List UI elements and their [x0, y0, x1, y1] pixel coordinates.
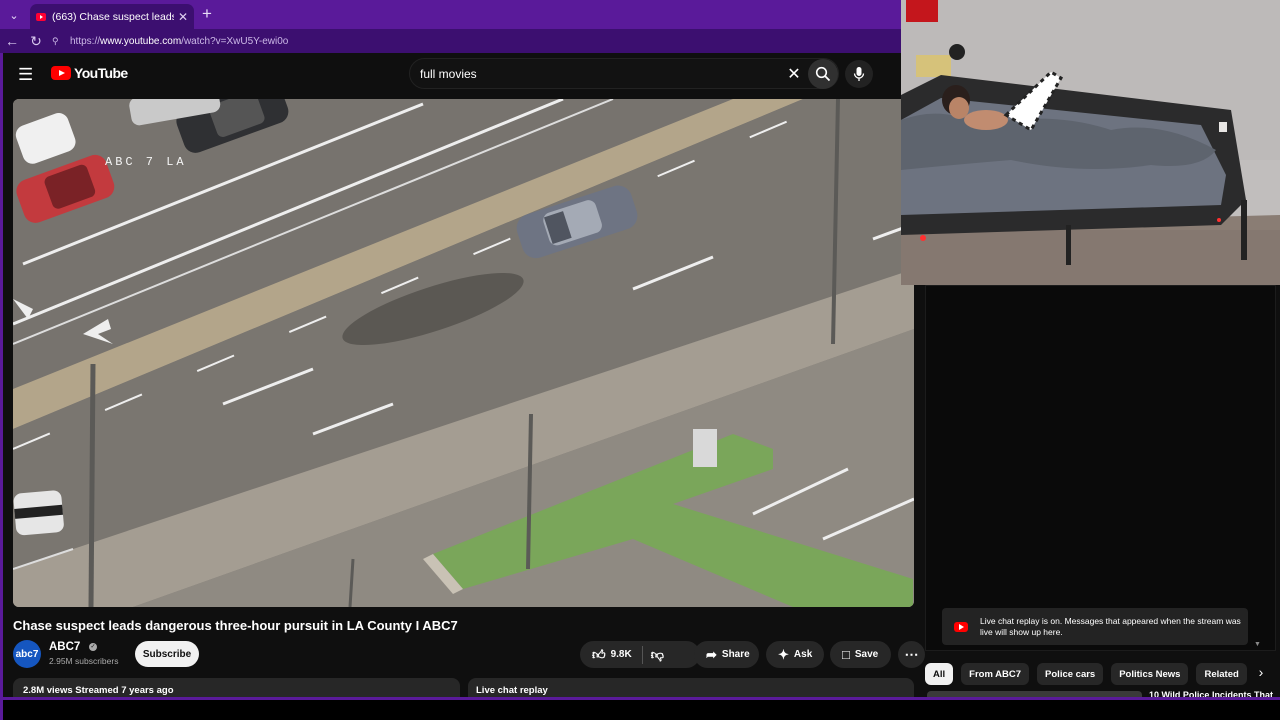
channel-avatar[interactable]: abc7	[13, 640, 41, 668]
channel-name[interactable]: ABC7	[49, 641, 80, 653]
live-chat-panel: Live chat replay is on. Messages that ap…	[925, 285, 1276, 651]
chip-related[interactable]: Related	[1196, 663, 1247, 685]
youtube-masthead: ☰ YouTube full movies ✕	[3, 53, 925, 95]
search-box[interactable]: full movies ✕	[409, 58, 839, 89]
scroll-down-icon[interactable]: ▼	[1254, 641, 1261, 648]
screen: ⌄ (663) Chase suspect leads dangero ✕ + …	[0, 0, 1280, 720]
video-watermark: ABC 7 LA	[105, 155, 187, 169]
channel-action-row: abc7 ABC7 ✓ 2.95M subscribers Subscribe …	[13, 640, 925, 670]
like-divider	[641, 645, 643, 664]
sparkle-icon: ✦	[778, 646, 789, 662]
ask-label: Ask	[793, 649, 813, 660]
more-dots-icon: ⋯	[904, 646, 919, 662]
tab-search-chevron-icon[interactable]: ⌄	[2, 3, 26, 27]
url-prefix: https://	[70, 35, 101, 47]
youtube-page: ☰ YouTube full movies ✕ ABC 7 LA Chase s…	[3, 53, 925, 700]
save-label: Save	[854, 649, 879, 660]
browser-tab-active[interactable]: (663) Chase suspect leads dangero ✕	[30, 4, 194, 29]
bookmark-icon: □	[842, 647, 850, 662]
subscribe-button[interactable]: Subscribe	[135, 641, 199, 667]
browser-tab-bar: ⌄ (663) Chase suspect leads dangero ✕ +	[0, 0, 901, 29]
site-info-icon[interactable]: ⚲	[52, 36, 66, 47]
webcam-overlay	[901, 0, 1280, 285]
chips-next-arrow-icon[interactable]: ›	[1251, 664, 1271, 684]
tab-title: (663) Chase suspect leads dangero	[52, 10, 174, 23]
address-bar-row: ← ↻ ⚲ https://www.youtube.com/watch?v=Xw…	[0, 29, 901, 53]
chip-all[interactable]: All	[925, 663, 954, 685]
url-field[interactable]: ⚲ https://www.youtube.com/watch?v=XwU5Y-…	[52, 31, 897, 51]
clear-search-icon[interactable]: ✕	[780, 64, 808, 84]
webcam-bedroom-feed	[901, 0, 1280, 285]
chip-from-abc7[interactable]: From ABC7	[961, 663, 1030, 685]
back-arrow-icon[interactable]: ←	[0, 33, 24, 49]
chip-politics-news[interactable]: Politics News	[1111, 663, 1189, 685]
share-button[interactable]: ➦ Share	[694, 641, 759, 668]
search-icon	[815, 66, 831, 81]
like-count[interactable]: 9.8K	[611, 649, 632, 660]
save-button[interactable]: □ Save	[830, 641, 891, 668]
youtube-notice-icon	[954, 621, 968, 632]
voice-search-button[interactable]	[845, 60, 873, 88]
chat-replay-message: Live chat replay is on. Messages that ap…	[980, 615, 1241, 637]
search-button[interactable]	[808, 58, 838, 89]
share-label: Share	[721, 649, 750, 660]
right-column: Live chat replay is on. Messages that ap…	[925, 285, 1280, 698]
new-tab-plus-icon[interactable]: +	[202, 4, 212, 24]
reload-icon[interactable]: ↻	[24, 33, 48, 50]
youtube-logo[interactable]: YouTube	[51, 65, 128, 81]
youtube-logo-text: YouTube	[74, 65, 128, 81]
video-title: Chase suspect leads dangerous three-hour…	[13, 618, 458, 633]
like-dislike-group: 👍︎ 9.8K 👎︎	[580, 641, 700, 668]
menu-hamburger-icon[interactable]: ☰	[18, 65, 33, 85]
url-host: www.youtube.com	[100, 35, 182, 47]
video-player[interactable]: ABC 7 LA	[13, 99, 914, 607]
more-actions-button[interactable]: ⋯	[898, 641, 925, 668]
video-frame-aerial-road: ABC 7 LA	[13, 99, 914, 607]
share-arrow-icon: ➦	[706, 646, 717, 662]
thumbs-down-icon[interactable]: 👎︎	[651, 647, 664, 663]
view-count-and-date: 2.8M views Streamed 7 years ago	[23, 685, 174, 696]
live-chat-replay-label: Live chat replay	[476, 685, 548, 696]
url-path: /watch?v=XwU5Y-ewi0o	[181, 35, 289, 47]
subscriber-count: 2.95M subscribers	[49, 656, 119, 666]
thumbs-up-icon[interactable]: 👍︎	[592, 647, 606, 663]
youtube-play-logo-icon	[51, 66, 71, 80]
tab-close-icon[interactable]: ✕	[178, 10, 188, 24]
chip-police-cars[interactable]: Police cars	[1037, 663, 1104, 685]
window-border-bottom	[0, 697, 1280, 700]
ask-button[interactable]: ✦ Ask	[766, 641, 824, 668]
chat-replay-notice: Live chat replay is on. Messages that ap…	[942, 608, 1248, 645]
microphone-icon	[853, 67, 865, 81]
search-input[interactable]: full movies	[420, 67, 780, 81]
verified-check-icon: ✓	[89, 643, 97, 651]
youtube-favicon-icon	[36, 12, 46, 21]
related-chips-bar: All From ABC7 Police cars Politics News …	[925, 662, 1280, 686]
